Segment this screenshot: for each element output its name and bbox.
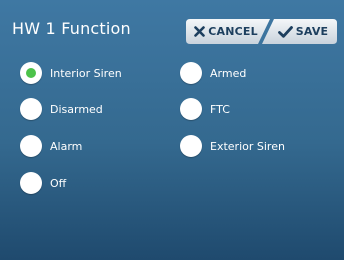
option-armed[interactable]: Armed xyxy=(180,62,246,84)
radio-icon[interactable] xyxy=(20,98,42,120)
option-label: Armed xyxy=(210,66,247,80)
option-label: Interior Siren xyxy=(50,66,122,80)
radio-icon[interactable] xyxy=(20,172,42,194)
option-label: FTC xyxy=(210,102,230,116)
option-off[interactable]: Off xyxy=(20,172,66,194)
hw-function-screen: HW 1 Function CANCEL SAVE Interior Siren… xyxy=(0,0,344,260)
option-ftc[interactable]: FTC xyxy=(180,98,230,120)
option-label: Alarm xyxy=(50,139,83,153)
option-exterior-siren[interactable]: Exterior Siren xyxy=(180,135,285,157)
option-label: Exterior Siren xyxy=(210,139,285,153)
option-label: Disarmed xyxy=(50,102,103,116)
option-label: Off xyxy=(50,176,67,190)
radio-selected-icon[interactable] xyxy=(20,62,42,84)
option-disarmed[interactable]: Disarmed xyxy=(20,98,103,120)
radio-icon[interactable] xyxy=(20,135,42,157)
function-options: Interior Siren Disarmed Alarm Off Armed … xyxy=(0,0,344,260)
radio-icon[interactable] xyxy=(180,98,202,120)
radio-icon[interactable] xyxy=(180,62,202,84)
radio-icon[interactable] xyxy=(180,135,202,157)
option-interior-siren[interactable]: Interior Siren xyxy=(20,62,122,84)
option-alarm[interactable]: Alarm xyxy=(20,135,82,157)
